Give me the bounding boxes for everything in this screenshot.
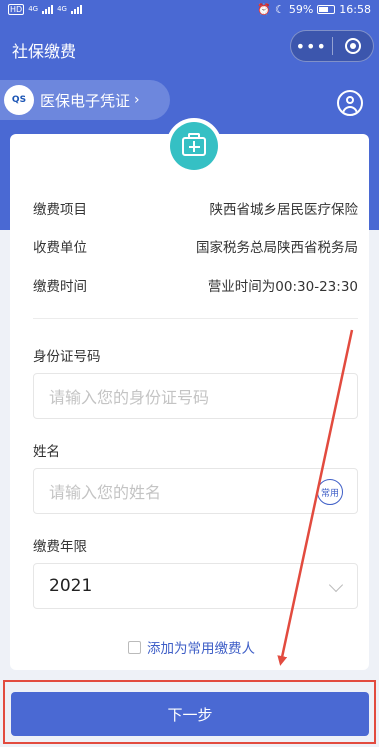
- battery-icon: [317, 4, 336, 14]
- name-label: 姓名: [33, 444, 60, 460]
- info-label: 收费单位: [33, 240, 87, 256]
- miniprogram-capsule: •••: [290, 30, 374, 62]
- info-label: 缴费项目: [33, 202, 87, 218]
- medical-insurance-logo: QS: [4, 85, 34, 115]
- id-number-input[interactable]: 请输入您的身份证号码: [33, 373, 358, 419]
- chevron-right-icon: ›: [134, 92, 140, 108]
- section-divider: [33, 318, 358, 319]
- name-input[interactable]: 请输入您的姓名 常用: [33, 468, 358, 514]
- medical-voucher-link[interactable]: QS 医保电子凭证 ›: [0, 80, 170, 120]
- more-dots-icon[interactable]: •••: [291, 37, 332, 56]
- info-row-time: 缴费时间 营业时间为00:30-23:30: [33, 275, 358, 295]
- payment-year-select[interactable]: 2021: [33, 563, 358, 609]
- status-bar: HD 4G 4G ⏰ ☾ 59% 16:58: [0, 0, 379, 18]
- target-icon: [344, 38, 361, 54]
- network-label-2: 4G: [57, 5, 67, 13]
- common-payer-button[interactable]: 常用: [317, 479, 343, 505]
- network-label-1: 4G: [28, 5, 39, 13]
- payment-year-label: 缴费年限: [33, 539, 87, 555]
- add-payer-label: 添加为常用缴费人: [147, 641, 255, 657]
- close-miniprogram-button[interactable]: [332, 38, 373, 54]
- info-value: 营业时间为00:30-23:30: [207, 279, 358, 295]
- battery-percent: 59%: [288, 2, 314, 16]
- moon-icon: ☾: [274, 2, 285, 16]
- name-placeholder: 请输入您的姓名: [49, 483, 162, 502]
- add-common-payer-option[interactable]: 添加为常用缴费人: [128, 637, 255, 657]
- next-step-button[interactable]: 下一步: [11, 692, 369, 736]
- hd-indicator: HD: [8, 3, 25, 15]
- id-number-label: 身份证号码: [33, 349, 101, 365]
- chevron-down-icon: [328, 577, 344, 593]
- signal-icon: [42, 4, 54, 14]
- page-title: 社保缴费: [12, 42, 77, 61]
- signal-icon: [70, 4, 82, 14]
- info-value: 陕西省城乡居民医疗保险: [209, 202, 359, 218]
- add-payer-checkbox[interactable]: [128, 640, 141, 654]
- info-label: 缴费时间: [33, 279, 87, 295]
- info-row-project: 缴费项目 陕西省城乡居民医疗保险: [33, 198, 358, 218]
- user-profile-icon[interactable]: [337, 90, 363, 116]
- info-value: 国家税务总局陕西省税务局: [196, 240, 358, 256]
- info-row-unit: 收费单位 国家税务总局陕西省税务局: [33, 236, 358, 256]
- payment-year-value: 2021: [49, 576, 93, 596]
- medical-kit-icon: [166, 118, 222, 174]
- clock-time: 16:58: [339, 2, 371, 16]
- alarm-icon: ⏰: [257, 2, 271, 16]
- voucher-label: 医保电子凭证: [40, 91, 131, 110]
